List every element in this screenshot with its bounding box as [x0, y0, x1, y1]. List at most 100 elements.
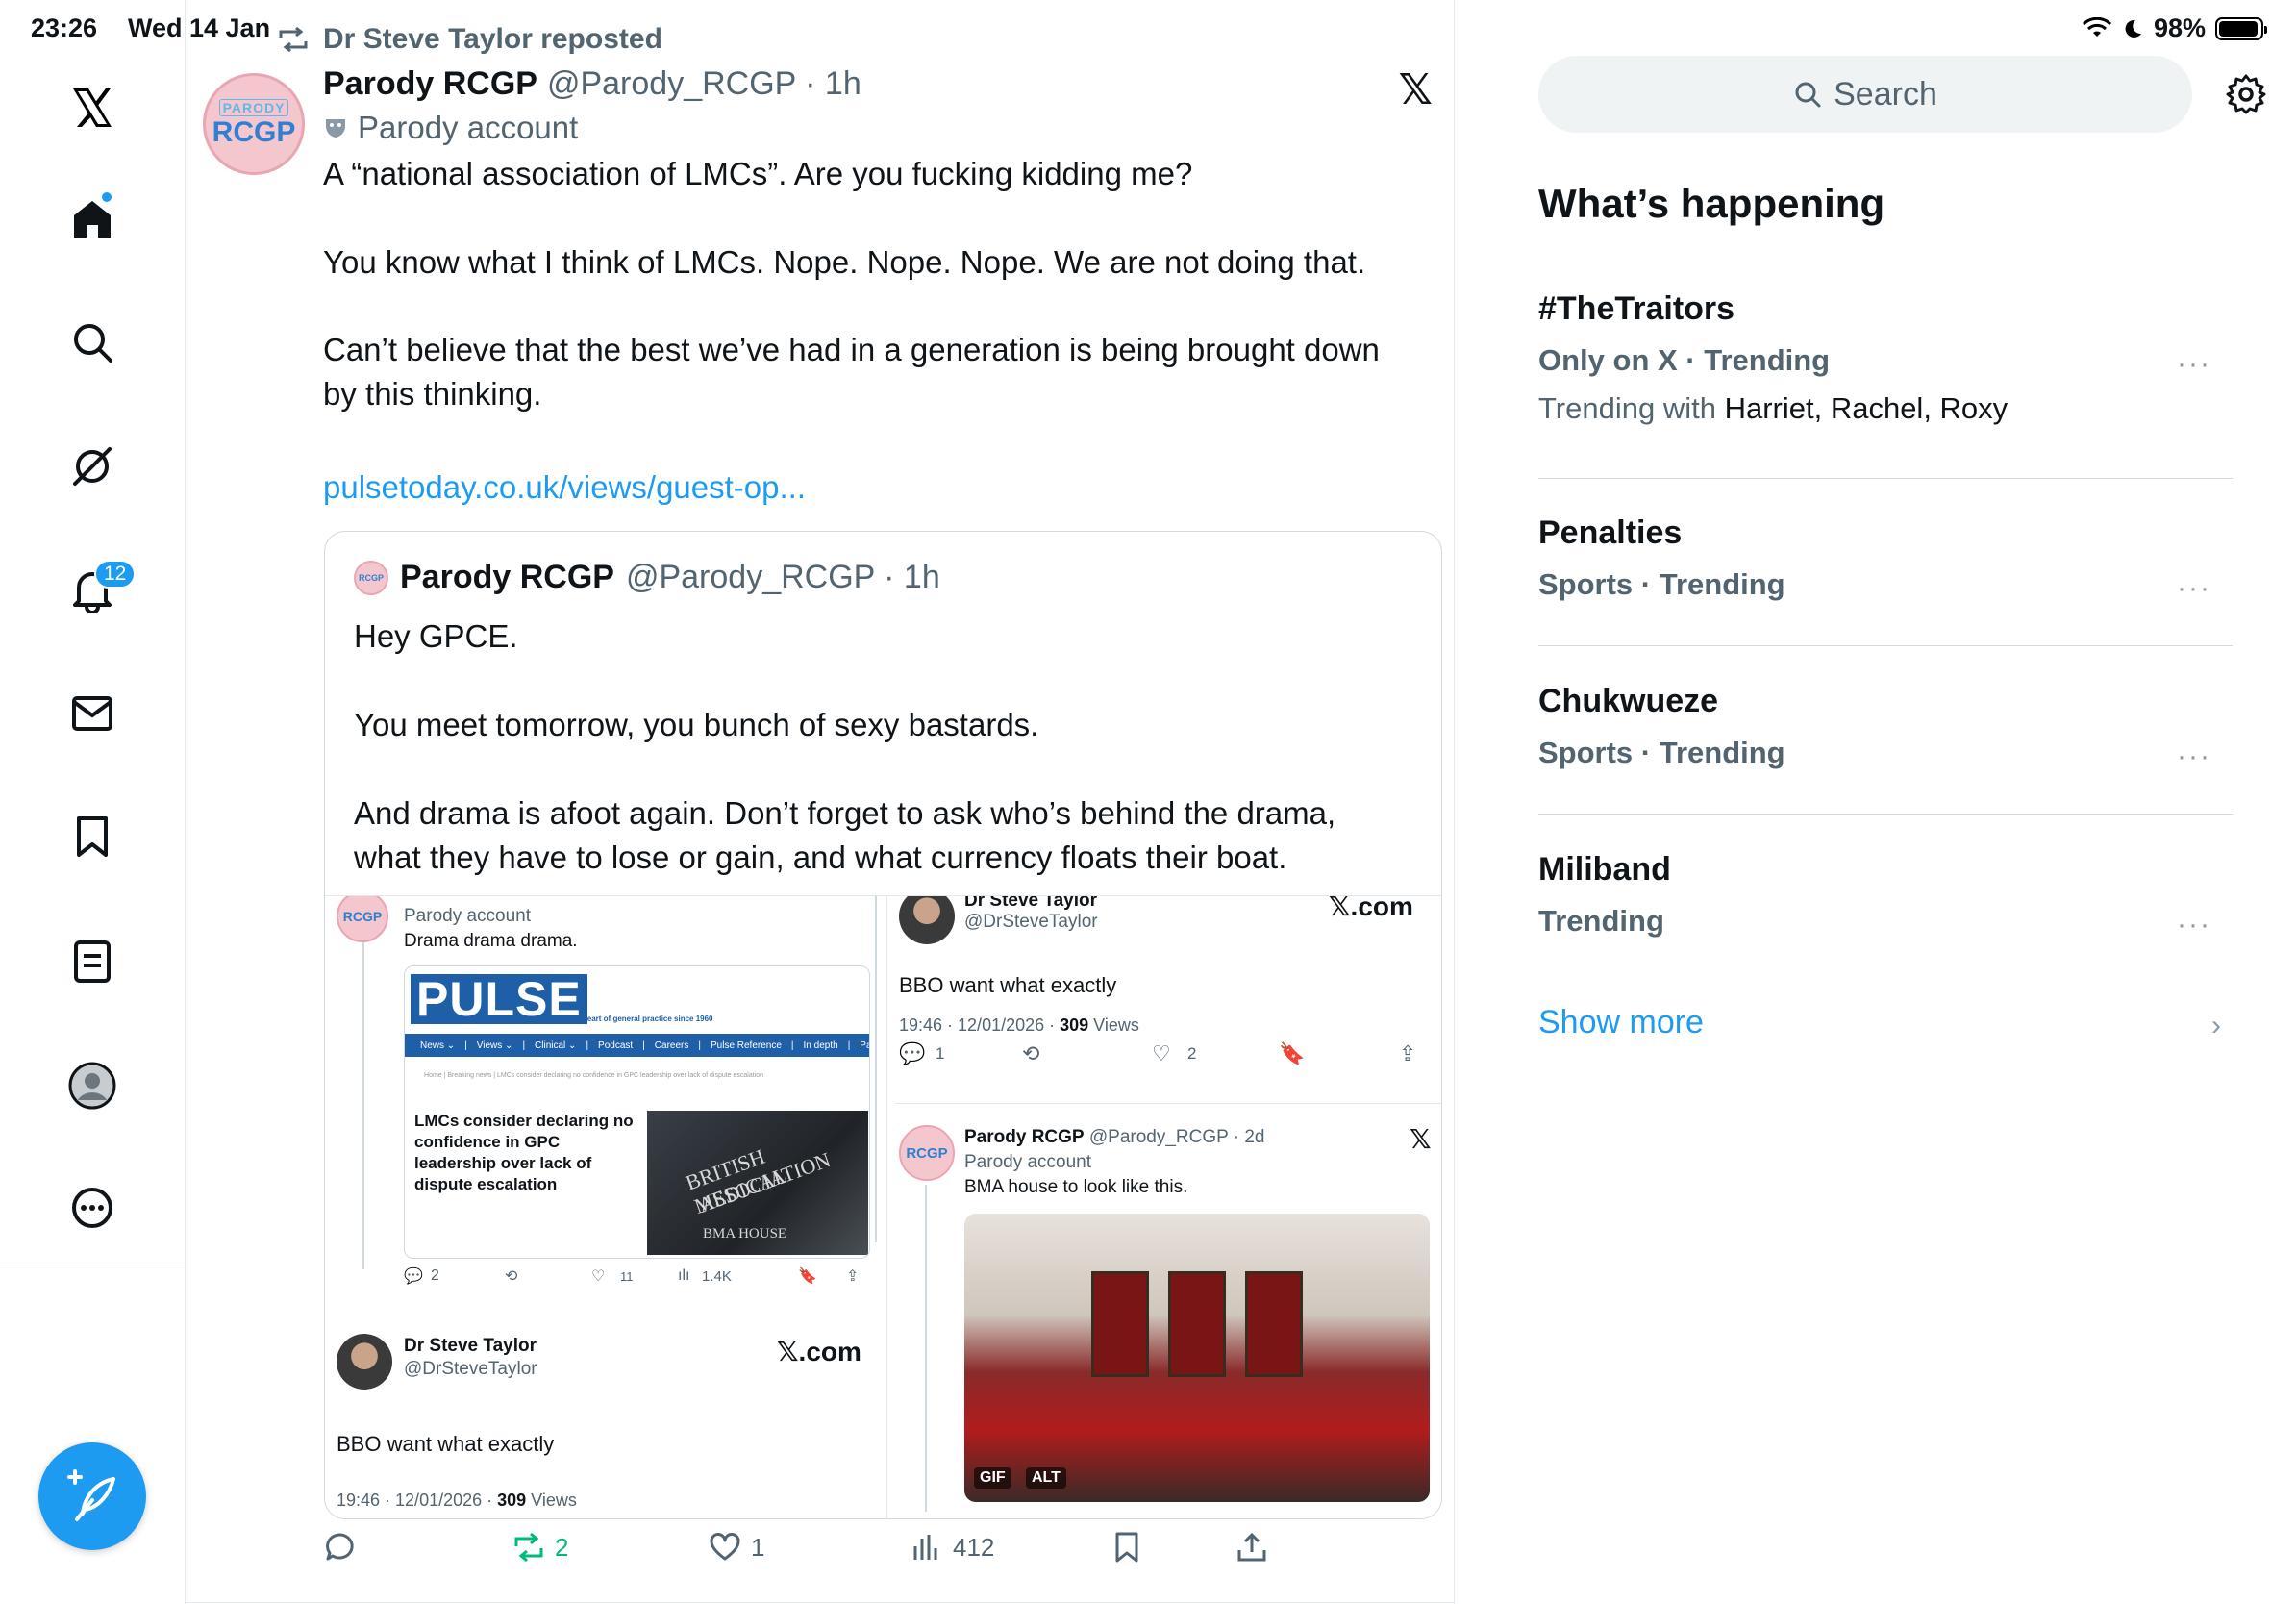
trend-more-icon[interactable]: ··· — [2177, 572, 2211, 605]
repost-icon — [279, 26, 308, 53]
search-placeholder: Search — [1834, 75, 1937, 113]
trend-item-miliband[interactable]: Miliband Trending ··· — [1538, 851, 2233, 941]
author-handle[interactable]: @Parody_RCGP · 1h — [547, 65, 861, 103]
trend-more-icon[interactable]: ··· — [2177, 740, 2211, 773]
repost-label: Dr Steve Taylor reposted — [323, 23, 662, 55]
embedded-avatar-steve — [337, 1334, 392, 1390]
embedded-handle-left: @DrSteveTaylor — [404, 1359, 537, 1379]
author-name[interactable]: Parody RCGP — [323, 65, 537, 103]
battery-icon — [2215, 16, 2267, 40]
battery-percent: 98% — [2153, 13, 2206, 42]
parody-mask-icon — [326, 119, 345, 138]
embedded-text-left: BBO want what exactly — [337, 1432, 555, 1456]
reply-icon — [326, 1533, 354, 1561]
show-more-link[interactable]: Show more — [1538, 1004, 1704, 1041]
pulse-article-card: PULSE At the heart of general practice s… — [404, 965, 870, 1259]
x-logo-small: 𝕏 — [1410, 1124, 1432, 1154]
blood-elevator-gif: GIF ALT — [964, 1214, 1430, 1502]
thread-line — [362, 942, 364, 1269]
quote-media-image[interactable]: RCGP Parody account Drama drama drama. P… — [325, 895, 1441, 1518]
trend-meta: Only on X · Trending — [1538, 343, 1831, 377]
embedded-text: Drama drama drama. — [404, 931, 578, 951]
post-text-line-2: You know what I think of LMCs. Nope. Nop… — [323, 244, 1366, 280]
trend-item-thetraitors[interactable]: #TheTraitors Only on X · Trending Trendi… — [1538, 290, 2233, 426]
quote-author-name: Parody RCGP — [400, 559, 614, 595]
repost-count: 2 — [555, 1532, 569, 1562]
xcom-label-left: 𝕏.com — [777, 1337, 861, 1366]
embedded-handle-right-top: @DrSteveTaylor — [964, 912, 1098, 932]
like-count: 1 — [751, 1532, 765, 1562]
embedded-parody-label-right: Parody account — [964, 1152, 1092, 1172]
search-input[interactable]: Search — [1538, 56, 2192, 133]
grok-icon[interactable] — [58, 432, 127, 501]
more-options-icon[interactable] — [58, 1173, 127, 1242]
quoted-post[interactable]: RCGP Parody RCGP @Parody_RCGP · 1h Hey G… — [324, 531, 1442, 1519]
home-icon[interactable] — [58, 185, 127, 254]
lists-icon[interactable] — [58, 927, 127, 996]
trend-item-chukwueze[interactable]: Chukwueze Sports · Trending ··· — [1538, 683, 2233, 773]
search-icon[interactable] — [58, 308, 127, 377]
trend-title: Chukwueze — [1538, 683, 1719, 719]
trend-more-icon[interactable]: ··· — [2177, 348, 2211, 381]
post-divider — [186, 1602, 1454, 1603]
views-button[interactable]: 412 — [911, 1531, 994, 1564]
post-header: Parody RCGP @Parody_RCGP · 1h — [323, 65, 861, 103]
pulse-headline: LMCs consider declaring no confidence in… — [414, 1112, 634, 1193]
pulse-nav-bar: News ⌄ | Views ⌄ | Clinical ⌄ | Podcast | Ca… — [405, 1034, 869, 1057]
trend-meta: Sports · Trending — [1538, 736, 1785, 769]
gif-door-2 — [1168, 1271, 1226, 1377]
post-text-line-4: by this thinking. — [323, 376, 542, 412]
trend-more-icon[interactable]: ··· — [2177, 909, 2211, 941]
notifications-icon[interactable]: 12 — [58, 556, 137, 625]
views-count: 412 — [953, 1532, 995, 1562]
trend-item-penalties[interactable]: Penalties Sports · Trending ··· — [1538, 514, 2233, 605]
notifications-badge: 12 — [94, 560, 137, 589]
trend-title: Penalties — [1538, 514, 1683, 551]
embedded-avatar: RCGP — [337, 896, 388, 942]
compose-post-button[interactable] — [38, 1442, 146, 1550]
moon-icon — [2125, 19, 2141, 38]
pulse-tagline: At the heart of general practice since 1… — [559, 1015, 713, 1023]
embedded-time-right: 19:46 · 12/01/2026 · 309 Views — [899, 1015, 1139, 1035]
quote-text-line-4: what they have to lose or gain, and what… — [354, 840, 1287, 875]
trend-divider — [1538, 645, 2233, 646]
bookmark-button[interactable] — [1111, 1531, 1143, 1564]
reply-button[interactable] — [324, 1531, 366, 1564]
bookmarks-icon[interactable] — [58, 802, 127, 871]
embedded-avatar-steve-top — [899, 896, 955, 944]
quote-text-line-1: Hey GPCE. — [354, 618, 518, 654]
author-avatar[interactable]: PARODY RCGP — [203, 73, 305, 175]
avatar-parody-text: PARODY — [218, 99, 289, 116]
trend-meta: Trending — [1538, 904, 1664, 938]
bma-house-photo: BRITISH MEDICAL ASSOCIATION BMA HOUSE — [647, 1111, 868, 1255]
share-icon — [1237, 1532, 1266, 1562]
quote-header: RCGP Parody RCGP @Parody_RCGP · 1h — [354, 559, 940, 596]
parody-label: Parody account — [323, 110, 578, 146]
x-logo-icon[interactable] — [58, 73, 127, 142]
post-link[interactable]: pulsetoday.co.uk/views/guest-op... — [323, 469, 806, 506]
embedded-name-right-top: Dr Steve Taylor — [964, 895, 1097, 911]
like-button[interactable]: 1 — [709, 1531, 764, 1564]
embedded-scrollbar — [875, 896, 877, 1242]
chevron-right-icon[interactable]: › — [2211, 1010, 2221, 1042]
messages-icon[interactable] — [58, 679, 127, 748]
profile-avatar-icon[interactable] — [58, 1051, 127, 1120]
x-brand-icon: 𝕏 — [1398, 66, 1433, 113]
post-text-line-3: Can’t believe that the best we’ve had in… — [323, 332, 1380, 367]
home-unread-dot — [100, 190, 113, 204]
gif-door-1 — [1091, 1271, 1149, 1377]
share-button[interactable] — [1235, 1531, 1268, 1564]
settings-gear-icon[interactable] — [2225, 73, 2267, 115]
thread-line-right — [925, 1185, 927, 1512]
repost-indicator[interactable]: Dr Steve Taylor reposted — [277, 23, 662, 56]
repost-icon — [514, 1532, 543, 1563]
compose-feather-icon — [67, 1469, 115, 1521]
embedded-post-header-right: Parody RCGP @Parody_RCGP · 2d — [964, 1127, 1265, 1147]
repost-button[interactable]: 2 — [512, 1531, 568, 1564]
search-icon — [1795, 82, 1821, 108]
alt-badge: ALT — [1026, 1467, 1066, 1489]
embedded-column-divider — [886, 896, 887, 1518]
post-actions: 2 1 412 — [324, 1531, 1285, 1577]
embedded-text-right: BBO want what exactly — [899, 973, 1117, 997]
embedded-row-divider — [895, 1103, 1441, 1104]
